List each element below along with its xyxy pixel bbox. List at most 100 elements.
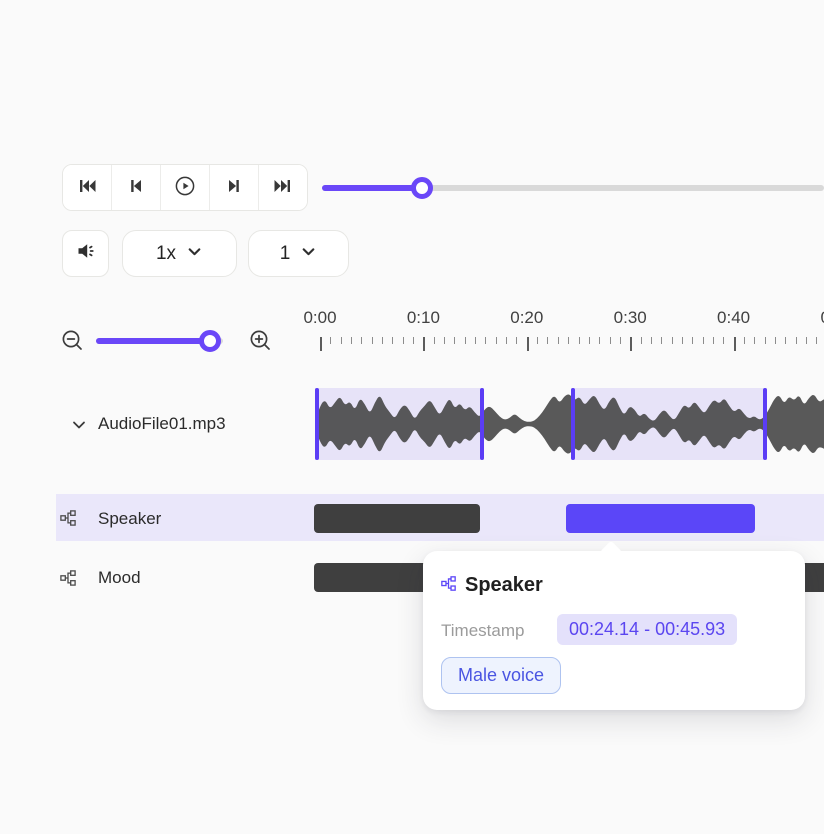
region-edge-handle[interactable] [315, 388, 319, 460]
audio-file-label: AudioFile01.mp3 [98, 414, 226, 434]
speaker-segment[interactable] [314, 504, 480, 533]
ruler-tick [579, 337, 580, 344]
next-icon [222, 174, 246, 201]
ruler-tick [413, 337, 414, 344]
ruler-tick [744, 337, 745, 344]
previous-icon [124, 174, 148, 201]
ruler-tick [506, 337, 507, 344]
ruler-label: 0:40 [717, 308, 750, 328]
play-icon [173, 174, 197, 201]
progress-slider[interactable] [322, 177, 824, 199]
ruler-tick [734, 337, 736, 351]
ruler-tick [372, 337, 373, 344]
ruler-label: 0:20 [510, 308, 543, 328]
speaker-segment-selected[interactable] [566, 504, 755, 533]
speaker-segments [0, 504, 824, 533]
ruler-tick [361, 337, 362, 344]
ruler-tick [765, 337, 766, 344]
ruler-tick [806, 337, 807, 344]
region-edge-handle[interactable] [571, 388, 575, 460]
ruler-tick [785, 337, 786, 344]
waveform-graphic [315, 388, 824, 460]
speed-value: 1x [156, 243, 176, 265]
ruler-tick [620, 337, 621, 344]
skip-to-start-button[interactable] [63, 165, 111, 210]
playback-speed-dropdown[interactable]: 1x [122, 230, 237, 277]
ruler-tick [703, 337, 704, 344]
ruler-tick [423, 337, 425, 351]
ruler-tick [723, 337, 724, 344]
ruler-tick [651, 337, 652, 344]
ruler-tick [485, 337, 486, 344]
ruler-tick [568, 337, 569, 344]
ruler-tick [382, 337, 383, 344]
timestamp-value: 00:24.14 - 00:45.93 [557, 614, 737, 645]
waveform[interactable] [315, 388, 824, 460]
skip-forward-icon [271, 174, 295, 201]
ruler-tick [599, 337, 600, 344]
ruler-tick [403, 337, 404, 344]
ruler-tick [496, 337, 497, 344]
ruler-tick [516, 337, 517, 344]
ruler-tick [547, 337, 548, 344]
speaker-track-row[interactable]: Speaker [0, 494, 824, 541]
audio-annotation-app: 1x 1 [0, 0, 824, 834]
ruler-tick [475, 337, 476, 344]
ruler-tick [341, 337, 342, 344]
track-count-dropdown[interactable]: 1 [248, 230, 349, 277]
collapse-chevron-icon[interactable] [70, 416, 88, 439]
progress-fill [322, 185, 422, 191]
speaker-volume-icon [74, 239, 98, 269]
previous-frame-button[interactable] [111, 165, 160, 210]
ruler-tick [630, 337, 632, 351]
ruler-label: 0:10 [407, 308, 440, 328]
skip-back-icon [75, 174, 99, 201]
transport-controls [62, 164, 308, 211]
ruler-tick [527, 337, 529, 351]
ruler-tick [454, 337, 455, 344]
ruler-tick [320, 337, 322, 351]
ruler-tick [796, 337, 797, 344]
segment-tooltip: Speaker Timestamp 00:24.14 - 00:45.93 Ma… [423, 551, 805, 710]
tooltip-arrow [600, 541, 623, 564]
timeline-ruler[interactable]: 0:00 0:10 0:20 0:30 0:40 0:50 [0, 305, 824, 355]
ruler-tick [672, 337, 673, 344]
ruler-tick [641, 337, 642, 344]
ruler-tick [558, 337, 559, 344]
tooltip-header: Speaker [441, 574, 543, 597]
region-edge-handle[interactable] [763, 388, 767, 460]
ruler-tick [351, 337, 352, 344]
ruler-tick [589, 337, 590, 344]
track-count-value: 1 [280, 243, 291, 265]
ruler-tick [392, 337, 393, 344]
ruler-tick [692, 337, 693, 344]
ruler-tick [713, 337, 714, 344]
ruler-tick [754, 337, 755, 344]
ruler-tick [465, 337, 466, 344]
ruler-tick [661, 337, 662, 344]
progress-handle[interactable] [411, 177, 433, 199]
ruler-tick [434, 337, 435, 344]
ruler-label: 0:50 [820, 308, 824, 328]
ruler-label: 0:00 [303, 308, 336, 328]
ruler-tick [330, 337, 331, 344]
ruler-tick [775, 337, 776, 344]
skip-to-end-button[interactable] [258, 165, 307, 210]
ruler-tick [537, 337, 538, 344]
speaker-tag-chip[interactable]: Male voice [441, 657, 561, 694]
chevron-down-icon [300, 243, 317, 266]
ruler-tick [610, 337, 611, 344]
ruler-tick [444, 337, 445, 344]
chevron-down-icon [186, 243, 203, 266]
audio-track-row: AudioFile01.mp3 [0, 388, 824, 460]
region-edge-handle[interactable] [480, 388, 484, 460]
timestamp-label: Timestamp [441, 621, 524, 641]
ruler-tick [816, 337, 817, 344]
play-button[interactable] [160, 165, 209, 210]
ruler-tick [682, 337, 683, 344]
next-frame-button[interactable] [209, 165, 258, 210]
ruler-label: 0:30 [614, 308, 647, 328]
volume-button[interactable] [62, 230, 109, 277]
branch-icon [441, 576, 456, 596]
tooltip-title: Speaker [465, 574, 543, 597]
